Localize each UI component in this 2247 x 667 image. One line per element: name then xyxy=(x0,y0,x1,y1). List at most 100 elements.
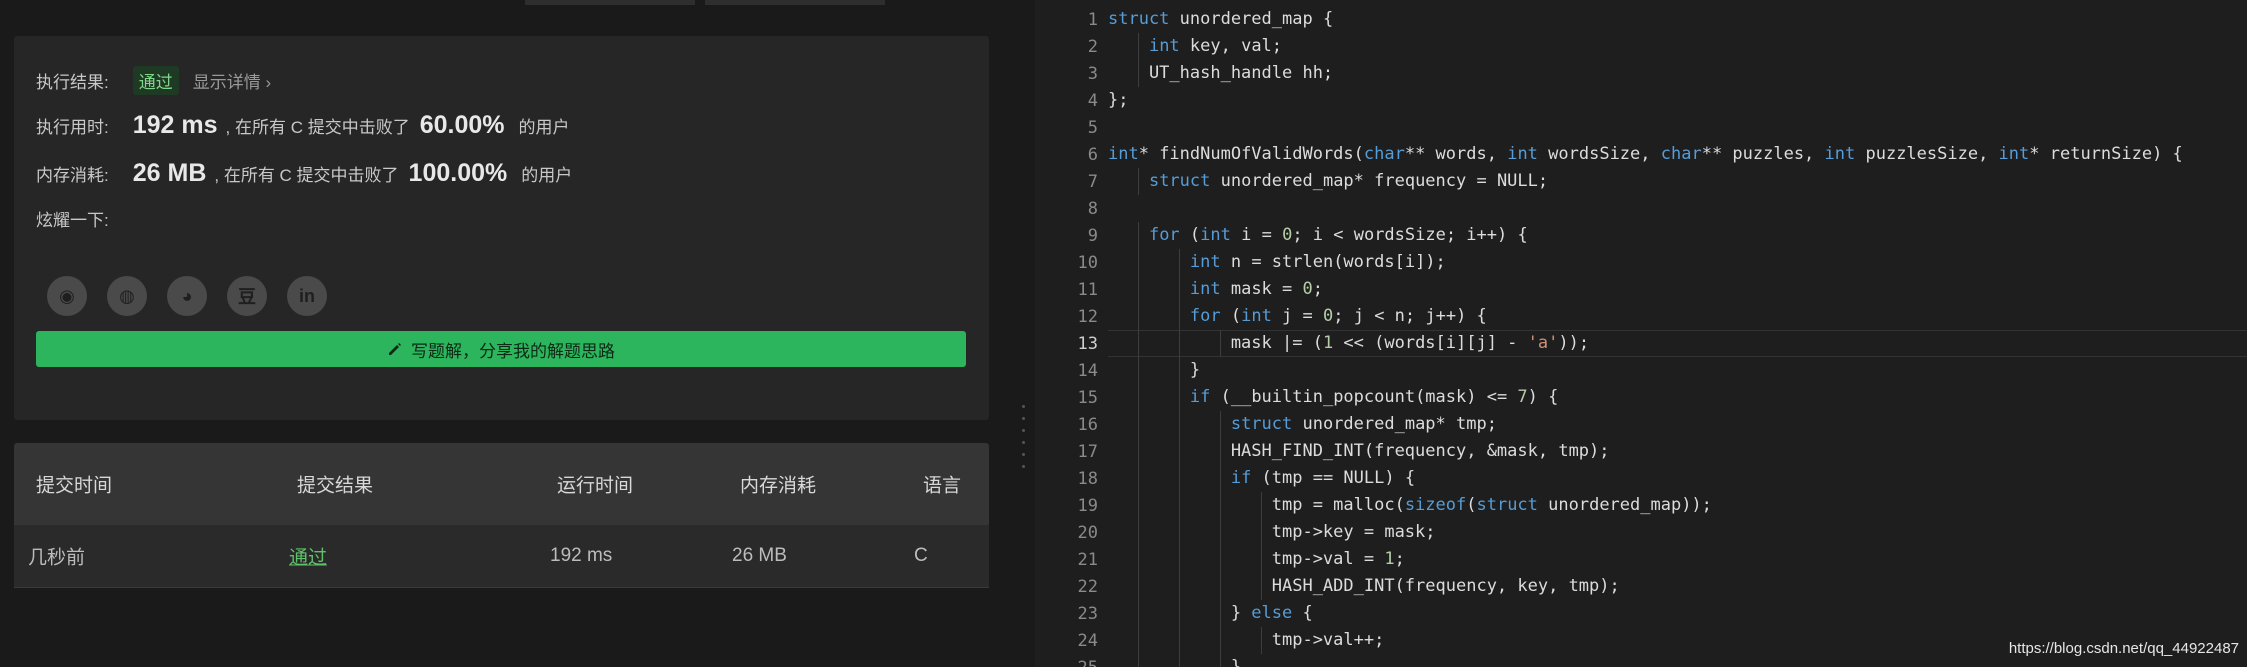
code-line[interactable]: UT_hash_handle hh; xyxy=(1108,60,1333,87)
show-details-link[interactable]: 显示详情 › xyxy=(193,68,271,93)
write-solution-label: 写题解，分享我的解题思路 xyxy=(411,341,615,361)
splitter-grip-dot[interactable] xyxy=(1022,429,1025,432)
code-line[interactable]: for (int j = 0; j < n; j++) { xyxy=(1108,303,1487,330)
code-line[interactable]: mask |= (1 << (words[i][j] - 'a')); xyxy=(1108,330,1589,357)
indent-guide xyxy=(1138,546,1139,573)
indent-guide xyxy=(1220,330,1221,357)
qq-icon[interactable]: ◕ xyxy=(167,276,207,316)
memory-value: 26 MB xyxy=(132,159,207,187)
code-line[interactable]: HASH_ADD_INT(frequency, key, tmp); xyxy=(1108,573,1620,600)
indent-guide xyxy=(1220,546,1221,573)
status-row: 执行结果: 通过 显示详情 › xyxy=(36,66,271,95)
code-line[interactable]: } xyxy=(1108,654,1241,667)
indent-guide xyxy=(1138,357,1139,384)
line-number: 20 xyxy=(1077,523,1098,543)
indent-guide xyxy=(1138,519,1139,546)
splitter-grip-dot[interactable] xyxy=(1022,417,1025,420)
code-line[interactable]: struct unordered_map* tmp; xyxy=(1108,411,1497,438)
memory-suffix: 的用户 xyxy=(521,166,573,185)
line-number: 13 xyxy=(1077,334,1098,354)
code-line[interactable]: if (tmp == NULL) { xyxy=(1108,465,1415,492)
linkedin-icon[interactable]: in xyxy=(287,276,327,316)
line-number: 15 xyxy=(1077,388,1098,408)
line-number: 14 xyxy=(1077,361,1098,381)
share-label: 炫耀一下: xyxy=(36,211,109,230)
indent-guide xyxy=(1138,222,1139,249)
code-line[interactable]: tmp = malloc(sizeof(struct unordered_map… xyxy=(1108,492,1712,519)
memory-percent: 100.00% xyxy=(408,159,508,187)
row-submit-result-link[interactable]: 通过 xyxy=(289,543,327,570)
code-line[interactable]: int n = strlen(words[i]); xyxy=(1108,249,1446,276)
indent-guide xyxy=(1179,492,1180,519)
indent-guide xyxy=(1179,303,1180,330)
line-number: 25 xyxy=(1038,658,1098,667)
indent-guide xyxy=(1138,600,1139,627)
line-number: 22 xyxy=(1077,577,1098,597)
code-line[interactable]: int key, val; xyxy=(1108,33,1282,60)
indent-guide xyxy=(1179,600,1180,627)
splitter-grip-dot[interactable] xyxy=(1022,453,1025,456)
indent-guide xyxy=(1220,600,1221,627)
code-line[interactable]: for (int i = 0; i < wordsSize; i++) { xyxy=(1108,222,1528,249)
wechat-icon[interactable]: ◉ xyxy=(47,276,87,316)
code-line[interactable]: if (__builtin_popcount(mask) <= 7) { xyxy=(1108,384,1559,411)
runtime-row: 执行用时: 192 ms , 在所有 C 提交中击败了 60.00% 的用户 xyxy=(36,111,580,140)
douban-icon[interactable]: 豆 xyxy=(227,276,267,316)
line-number: 9 xyxy=(1087,226,1098,246)
table-row[interactable]: 几秒前 通过 192 ms 26 MB C xyxy=(14,525,989,588)
code-line[interactable]: struct unordered_map { xyxy=(1108,6,1333,33)
code-line[interactable]: tmp->val = 1; xyxy=(1108,546,1405,573)
code-area[interactable]: struct unordered_map { int key, val; UT_… xyxy=(1108,0,2247,667)
indent-guide xyxy=(1220,438,1221,465)
share-row: 炫耀一下: xyxy=(36,206,109,231)
pane-splitter[interactable] xyxy=(1012,0,1035,667)
code-line[interactable]: }; xyxy=(1108,87,1128,114)
indent-guide xyxy=(1138,168,1139,195)
indent-guide xyxy=(1138,384,1139,411)
social-share-icons: ◉ ◍ ◕ 豆 in xyxy=(47,276,327,316)
code-line[interactable]: int mask = 0; xyxy=(1108,276,1323,303)
indent-guide xyxy=(1179,546,1180,573)
code-line[interactable]: struct unordered_map* frequency = NULL; xyxy=(1108,168,1548,195)
indent-guide xyxy=(1179,330,1180,357)
tab-strip-segment xyxy=(705,0,885,5)
indent-guide xyxy=(1138,654,1139,667)
indent-guide xyxy=(1138,465,1139,492)
indent-guide xyxy=(1138,330,1139,357)
line-number: 24 xyxy=(1077,631,1098,651)
code-line[interactable]: tmp->val++; xyxy=(1108,627,1385,654)
indent-guide xyxy=(1138,33,1139,60)
line-number: 23 xyxy=(1077,604,1098,624)
indent-guide xyxy=(1220,519,1221,546)
write-solution-button[interactable]: 写题解，分享我的解题思路 xyxy=(36,331,966,367)
splitter-grip-dot[interactable] xyxy=(1022,405,1025,408)
code-line[interactable]: HASH_FIND_INT(frequency, &mask, tmp); xyxy=(1108,438,1610,465)
splitter-grip-dot[interactable] xyxy=(1022,441,1025,444)
line-number: 5 xyxy=(1087,118,1098,138)
splitter-grip-dot[interactable] xyxy=(1022,465,1025,468)
table-header: 提交时间 提交结果 运行时间 内存消耗 语言 xyxy=(14,443,989,525)
indent-guide xyxy=(1220,465,1221,492)
indent-guide xyxy=(1179,357,1180,384)
line-number-gutter: 1234567891011121314151617181920212223242… xyxy=(1035,0,1110,667)
indent-guide xyxy=(1261,519,1262,546)
runtime-suffix: 的用户 xyxy=(518,118,570,137)
memory-label: 内存消耗: xyxy=(36,166,109,185)
indent-guide xyxy=(1138,411,1139,438)
indent-guide xyxy=(1138,627,1139,654)
indent-guide xyxy=(1261,546,1262,573)
submission-table: 提交时间 提交结果 运行时间 内存消耗 语言 几秒前 通过 192 ms 26 … xyxy=(14,443,989,588)
indent-guide xyxy=(1138,573,1139,600)
line-number: 12 xyxy=(1077,307,1098,327)
code-line[interactable]: tmp->key = mask; xyxy=(1108,519,1436,546)
weibo-icon[interactable]: ◍ xyxy=(107,276,147,316)
header-submit-time: 提交时间 xyxy=(36,475,113,497)
header-runtime: 运行时间 xyxy=(557,475,634,497)
code-line[interactable]: int* findNumOfValidWords(char** words, i… xyxy=(1108,141,2183,168)
indent-guide xyxy=(1138,303,1139,330)
code-line[interactable]: } xyxy=(1108,357,1200,384)
source-watermark: https://blog.csdn.net/qq_44922487 xyxy=(2008,640,2239,657)
line-number: 1 xyxy=(1087,10,1098,30)
indent-guide xyxy=(1179,276,1180,303)
code-editor[interactable]: 1234567891011121314151617181920212223242… xyxy=(1035,0,2247,667)
